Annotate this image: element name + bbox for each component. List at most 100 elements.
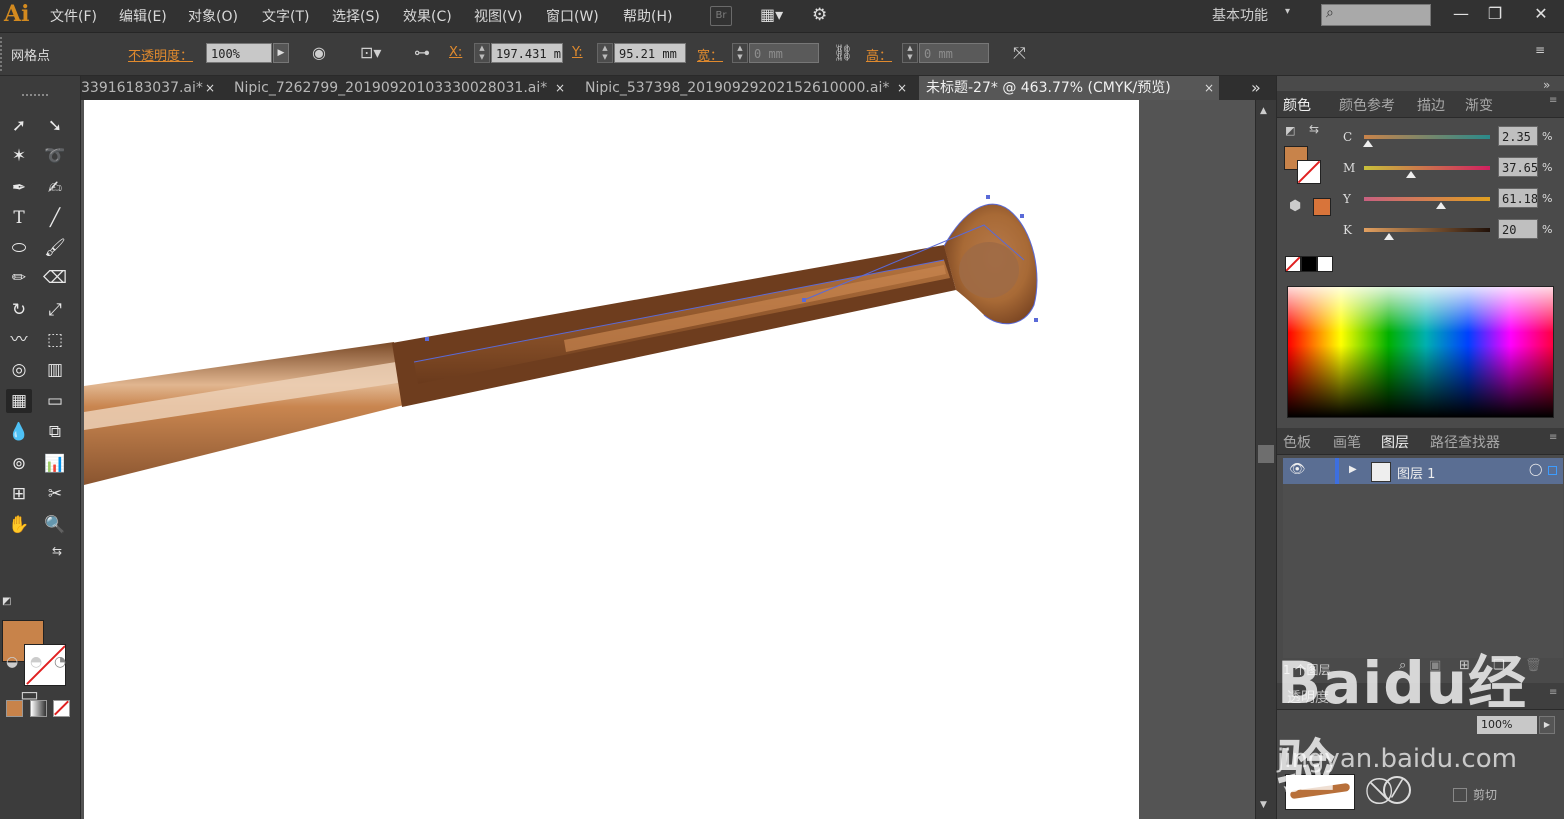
draw-inside-icon[interactable]: ◔ <box>54 654 66 670</box>
tab-layers[interactable]: 图层 <box>1381 432 1409 452</box>
search-input[interactable]: ⌕ <box>1321 4 1431 26</box>
menu-edit[interactable]: 编辑(E) <box>119 6 167 26</box>
pen-tool-icon[interactable]: ✒ <box>6 176 32 200</box>
tab-document-3[interactable]: Nipic_537398_20190929202152610000.ai* <box>585 76 915 100</box>
canvas-area[interactable] <box>81 100 1255 819</box>
bat-illustration[interactable] <box>84 100 1139 819</box>
gradient-tool-icon[interactable]: ▭ <box>42 389 68 413</box>
panel-menu-icon[interactable]: ≡ <box>1549 432 1557 443</box>
tab-close-icon[interactable]: × <box>205 76 215 100</box>
white-color-button[interactable] <box>1317 256 1333 272</box>
black-value[interactable]: 20 <box>1498 219 1538 239</box>
paintbrush-tool-icon[interactable]: 🖌 <box>42 236 68 260</box>
isolate-icon[interactable]: ⤧ <box>1013 43 1026 63</box>
drag-grip[interactable] <box>0 37 5 71</box>
y-stepper[interactable]: ▲ ▼ <box>597 43 613 63</box>
mesh-tool-icon[interactable]: ▦ <box>6 389 32 413</box>
hand-tool-icon[interactable]: ✋ <box>6 513 32 537</box>
rotate-tool-icon[interactable]: ↻ <box>6 298 32 322</box>
menu-help[interactable]: 帮助(H) <box>623 6 672 26</box>
tab-brushes[interactable]: 画笔 <box>1333 432 1361 452</box>
tab-document-active[interactable]: 未标题-27* @ 463.77% (CMYK/预览) <box>919 76 1219 100</box>
none-color-button[interactable] <box>1285 256 1301 272</box>
recolor-icon[interactable]: ◉ <box>312 43 326 62</box>
artboard[interactable] <box>84 100 1139 819</box>
align-anchor-icon[interactable]: ⊶ <box>414 43 430 62</box>
symbol-sprayer-tool-icon[interactable]: ⊚ <box>6 452 32 476</box>
anchor-point[interactable] <box>1020 214 1024 218</box>
scroll-down-icon[interactable]: ▼ <box>1260 800 1267 810</box>
menu-file[interactable]: 文件(F) <box>50 6 97 26</box>
selection-tool-icon[interactable]: ➚ <box>6 114 32 138</box>
tab-document-2[interactable]: Nipic_7262799_20190920103330028031.ai* <box>234 76 569 100</box>
lasso-tool-icon[interactable]: ➰ <box>42 144 68 168</box>
yellow-slider[interactable] <box>1364 197 1490 201</box>
width-stepper[interactable]: ▲ ▼ <box>732 43 748 63</box>
chevron-down-icon[interactable]: ▾ <box>1285 6 1290 17</box>
restore-button[interactable]: ❐ <box>1480 2 1510 26</box>
magenta-value[interactable]: 37.65 <box>1498 157 1538 177</box>
opacity-arrow[interactable]: ▶ <box>273 43 289 63</box>
default-fill-stroke-icon[interactable]: ◩ <box>1285 124 1295 137</box>
width-field[interactable]: 0 mm <box>749 43 819 63</box>
blend-tool-icon[interactable]: ⧉ <box>42 420 68 444</box>
toolbox-grip[interactable] <box>22 94 48 99</box>
collapse-panels-icon[interactable]: » <box>1543 78 1550 92</box>
shape-builder-tool-icon[interactable]: ◎ <box>6 358 32 382</box>
cyan-slider[interactable] <box>1364 135 1490 139</box>
workspace-switcher[interactable]: 基本功能 <box>1212 5 1268 25</box>
scale-tool-icon[interactable]: ⤢ <box>42 298 68 322</box>
tab-document-1[interactable]: 33916183037.ai* <box>81 76 219 100</box>
tab-color-guide[interactable]: 颜色参考 <box>1339 95 1395 115</box>
yellow-slider-thumb[interactable] <box>1436 202 1446 209</box>
tab-stroke[interactable]: 描边 <box>1417 95 1445 115</box>
none-mode-button[interactable] <box>53 700 70 717</box>
menu-type[interactable]: 文字(T) <box>262 6 309 26</box>
default-colors-icon[interactable]: ◩ <box>2 596 11 607</box>
black-color-button[interactable] <box>1301 256 1317 272</box>
tab-color[interactable]: 颜色 <box>1283 95 1311 115</box>
menu-object[interactable]: 对象(O) <box>188 6 238 26</box>
tab-overflow-icon[interactable]: » <box>1251 76 1261 100</box>
minimize-button[interactable]: — <box>1446 2 1476 26</box>
perspective-grid-tool-icon[interactable]: ▥ <box>42 358 68 382</box>
anchor-point[interactable] <box>1034 318 1038 322</box>
swap-colors-icon[interactable]: ⇆ <box>52 544 62 558</box>
cyan-value[interactable]: 2.35 <box>1498 126 1538 146</box>
transform-reference-icon[interactable]: ⊡▾ <box>360 43 381 62</box>
tab-pathfinder[interactable]: 路径查找器 <box>1430 432 1500 452</box>
height-field[interactable]: 0 mm <box>919 43 989 63</box>
scrollbar-thumb[interactable] <box>1258 445 1274 463</box>
black-slider[interactable] <box>1364 228 1490 232</box>
x-stepper[interactable]: ▲ ▼ <box>474 43 490 63</box>
tab-close-icon[interactable]: × <box>897 76 907 100</box>
menu-window[interactable]: 窗口(W) <box>546 6 599 26</box>
bridge-icon[interactable]: Br <box>710 6 732 26</box>
ellipse-tool-icon[interactable]: ⬭ <box>6 236 32 260</box>
tab-gradient[interactable]: 渐变 <box>1465 95 1493 115</box>
curvature-tool-icon[interactable]: ✍ <box>42 176 68 200</box>
visibility-eye-icon[interactable]: 👁 <box>1289 462 1306 477</box>
screen-mode-icon[interactable]: ▭ <box>20 682 39 706</box>
warp-tool-icon[interactable]: 〰 <box>6 328 32 352</box>
opacity-label[interactable]: 不透明度： <box>128 45 193 64</box>
y-field[interactable]: 95.21 mm <box>614 43 686 63</box>
column-graph-tool-icon[interactable]: 📊 <box>42 452 68 476</box>
panel-menu-icon[interactable]: ≡ <box>1535 43 1545 57</box>
tab-swatches[interactable]: 色板 <box>1283 432 1311 452</box>
menu-select[interactable]: 选择(S) <box>332 6 380 26</box>
type-tool-icon[interactable]: T <box>6 206 32 230</box>
layer-name[interactable]: 图层 1 <box>1397 463 1435 482</box>
target-circle-icon[interactable]: ◯ <box>1529 462 1542 476</box>
magenta-slider[interactable] <box>1364 166 1490 170</box>
menu-view[interactable]: 视图(V) <box>474 6 523 26</box>
zoom-tool-icon[interactable]: 🔍 <box>42 513 68 537</box>
color-spectrum[interactable] <box>1287 286 1554 418</box>
eyedropper-tool-icon[interactable]: 💧 <box>6 420 32 444</box>
height-stepper[interactable]: ▲ ▼ <box>902 43 918 63</box>
panel-stroke-swatch[interactable] <box>1297 160 1321 184</box>
selection-indicator[interactable] <box>1548 466 1557 475</box>
artboard-tool-icon[interactable]: ⊞ <box>6 482 32 506</box>
link-proportions-icon[interactable]: ⛓ <box>833 43 853 62</box>
free-transform-tool-icon[interactable]: ⬚ <box>42 328 68 352</box>
